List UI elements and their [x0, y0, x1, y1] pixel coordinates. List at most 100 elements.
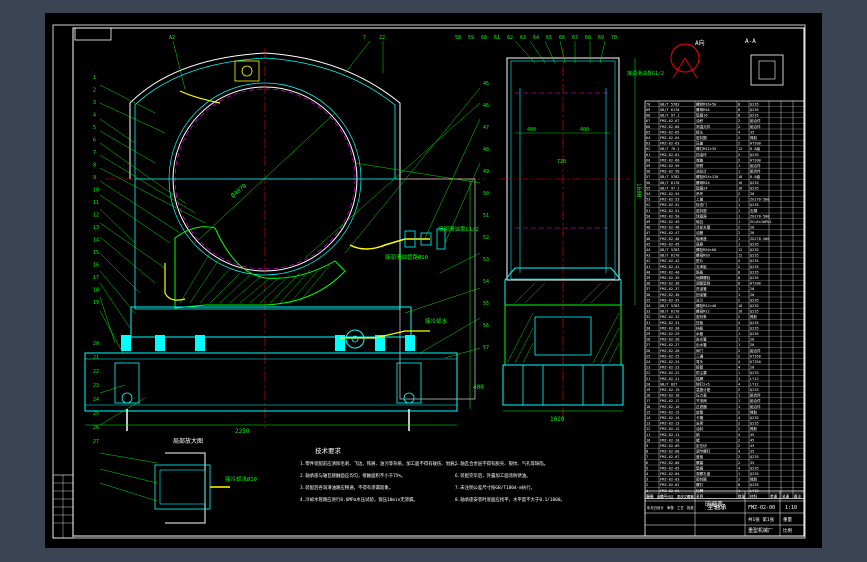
parts-cell: LY12 [750, 382, 759, 386]
parts-cell: FMZ-02-30 [660, 326, 679, 330]
parts-cell: Q235 [750, 181, 759, 185]
parts-cell: 32 [646, 315, 650, 319]
parts-cell: 法兰 [696, 297, 704, 302]
detail-view: 局部放大图 接冷却水Ø10 [99, 437, 257, 524]
parts-cell: FMZ-02-05 [660, 466, 679, 470]
parts-cell: 16 [738, 175, 742, 179]
balloon-top: 59 [468, 35, 474, 41]
parts-cell: 20 [750, 231, 754, 235]
parts-cell: 油管 [696, 230, 704, 235]
parts-cell: 2 [738, 326, 740, 330]
parts-cell: 调整垫铁 [696, 281, 711, 286]
parts-cell: KT350 [750, 360, 761, 364]
parts-header-cell: 备注 [794, 493, 802, 498]
parts-cell: 4 [738, 382, 740, 386]
balloon-mid: 49 [483, 169, 489, 175]
parts-table: 70 GB/T 5783 螺栓M16×50 8 Q23569 GB/T 6170 螺母M16… [644, 100, 805, 509]
drawing-number: FMZ-02-00 [748, 505, 775, 511]
parts-cell: 4 [738, 130, 740, 134]
parts-cell: Q235 [750, 102, 759, 106]
parts-cell: 2 [738, 226, 740, 230]
parts-cell: Q235 [750, 304, 759, 308]
parts-cell: ZG270-500 [750, 198, 769, 202]
parts-header-cell: 单重 [770, 493, 778, 498]
parts-cell: 压盖 [696, 141, 704, 146]
parts-cell: 接头 [696, 129, 704, 134]
balloon-top: 60 [481, 35, 487, 41]
balloon-top: 66 [559, 35, 565, 41]
parts-cell: 4 [738, 321, 740, 325]
parts-cell: 54 [646, 192, 650, 196]
parts-cell: 20 [646, 382, 650, 386]
parts-cell: GB/T 97.1 [660, 186, 679, 190]
parts-cell: 29 [646, 332, 650, 336]
parts-cell: 垫圈 [696, 465, 704, 470]
parts-cell: 1 [738, 237, 740, 241]
top-leaders [172, 40, 384, 90]
parts-cell: FMZ-02-07 [660, 455, 679, 459]
parts-cell: HT200 [750, 158, 761, 162]
title-block-field: 标记 [647, 494, 654, 499]
parts-cell: GB/T 5783 [660, 248, 679, 252]
balloon-mid: 51 [483, 213, 489, 219]
parts-cell: FMZ-02-02 [660, 483, 679, 487]
balloon-left: 21 [93, 355, 99, 361]
parts-cell: 铆钉2×5 [696, 381, 710, 386]
parts-cell: Q235 [750, 203, 759, 207]
parts-cell: Q235 [750, 321, 759, 325]
balloon-top-left: 22 [379, 35, 385, 41]
parts-cell: FMZ-02-04 [660, 472, 679, 476]
parts-cell: 34 [646, 304, 650, 308]
side-dim-left: 400 [527, 127, 536, 133]
parts-cell: FMZ-02-42 [660, 259, 679, 263]
parts-cell: FMZ-02-13 [660, 422, 679, 426]
balloon-top: 58 [455, 35, 461, 41]
parts-cell: 16 [738, 181, 742, 185]
parts-cell: 33 [646, 310, 650, 314]
parts-cell: 石棉 [750, 208, 758, 213]
parts-cell: 测温元件 [696, 124, 711, 129]
base-anchors [114, 362, 422, 404]
parts-cell: 36 [646, 293, 650, 297]
parts-cell: 1 [738, 338, 740, 342]
balloon-mid: 47 [483, 125, 489, 131]
balloon-left: 27 [93, 439, 99, 445]
parts-cell: 48 [646, 226, 650, 230]
parts-cell: FMZ-02-64 [660, 136, 679, 140]
parts-cell: 10 [646, 438, 650, 442]
pipe-note-1: 接润滑油泵G1/2 [438, 225, 479, 233]
parts-cell: 31 [646, 321, 650, 325]
parts-cell: 螺栓M16×50 [696, 101, 716, 106]
parts-cell: FMZ-02-35 [660, 298, 679, 302]
lower-frame [130, 306, 412, 338]
parts-cell: 挡油环 [696, 152, 707, 157]
parts-cell: 45 [750, 438, 754, 442]
side-height-dim: 1600 [635, 183, 642, 198]
parts-cell: FMZ-02-26 [660, 349, 679, 353]
parts-cell: 9 [646, 444, 648, 448]
side-inner-dim: 720 [557, 159, 566, 165]
parts-cell: 22 [646, 371, 650, 375]
parts-cell: 4 [738, 360, 740, 364]
side-pipe-note: 接润滑油泵G1/2 [627, 70, 664, 77]
parts-cell: 8.8级 [750, 146, 760, 151]
parts-cell: 过滤器 [696, 404, 707, 409]
parts-cell: 15 [646, 410, 650, 414]
parts-cell: FMZ-02-61 [660, 153, 679, 157]
parts-cell: FMZ-02-25 [660, 354, 679, 358]
balloon-top: 69 [598, 35, 604, 41]
parts-cell: 1 [738, 287, 740, 291]
side-width-dim: 1020 [550, 416, 565, 423]
title-block-field: 处数 [657, 494, 664, 499]
parts-cell: GB/T 97.1 [660, 114, 679, 118]
oil-pipe-top [179, 90, 221, 104]
parts-cell: FMZ-02-40 [660, 270, 679, 274]
parts-cell: 吊环 [696, 191, 704, 196]
balloon-left: 17 [93, 275, 99, 281]
parts-cell: GB/T 6170 [660, 254, 679, 258]
parts-cell: 1 [738, 220, 740, 224]
parts-header-cell: 材料 [750, 493, 758, 498]
parts-cell: GB/T 5782 [660, 175, 679, 179]
parts-cell: 23 [646, 366, 650, 370]
parts-cell: 68 [646, 114, 650, 118]
